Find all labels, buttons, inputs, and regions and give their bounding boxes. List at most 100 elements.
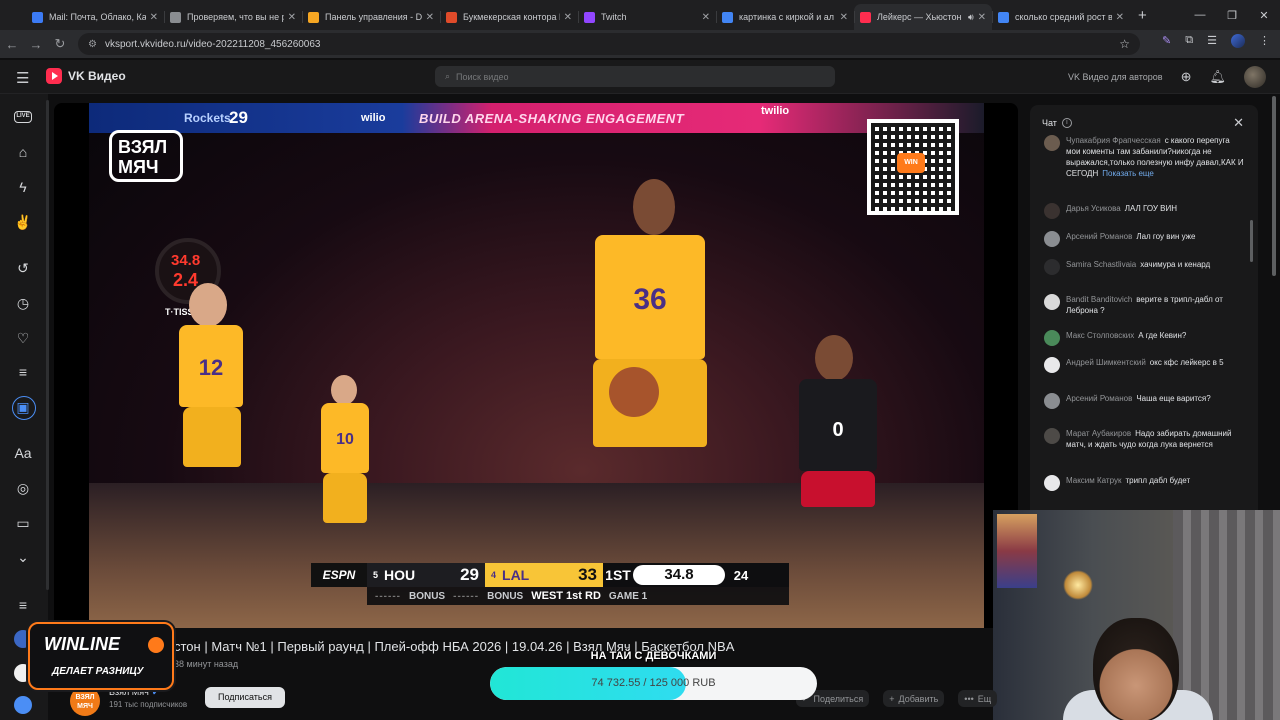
watch-later-clock-icon[interactable]: ◷ [10,292,36,314]
chat-user-avatar[interactable] [1044,428,1060,444]
tab-close-icon[interactable]: ✕ [426,12,434,23]
jersey-number: 12 [198,355,224,380]
user-avatar[interactable] [1244,66,1266,88]
url-field[interactable]: ⚙ vksport.vkvideo.ru/video-202211208_456… [78,33,1140,55]
chat-username[interactable]: Samira Schastlivaia [1066,260,1136,269]
tab-close-icon[interactable]: ✕ [978,12,986,23]
browser-tab[interactable]: Букмекерская контора В ✕ [440,4,578,30]
info-icon[interactable]: i [1061,118,1072,128]
streamer-head [1093,618,1179,720]
tab-close-icon[interactable]: ✕ [840,12,848,23]
vk-video-logo[interactable]: VK Видео [46,68,126,84]
page-scrollbar[interactable] [1272,96,1276,276]
upload-plus-icon[interactable]: ⊕ [1181,69,1192,85]
reading-list-icon[interactable]: ☰ [1207,34,1217,48]
new-tab-button[interactable]: + [1138,7,1147,24]
bookmark-star-icon[interactable]: ☆ [1119,37,1130,51]
close-window-button[interactable]: ✕ [1248,9,1280,22]
channel-avatar[interactable]: ВЗЯЛ МЯЧ [70,686,100,716]
close-icon[interactable]: ✕ [1233,115,1244,131]
back-button[interactable]: ← [0,37,24,52]
chat-user-avatar[interactable] [1044,357,1060,373]
chat-text: Лал гоу вин уже [1136,232,1196,241]
chat-user-avatar[interactable] [1044,330,1060,346]
arena-banner: Rockets 29 wilio BUILD ARENA-SHAKING ENG… [89,103,984,133]
vk-logo-icon [46,68,62,84]
chat-user-avatar[interactable] [1044,259,1060,275]
video-player[interactable]: Rockets 29 wilio BUILD ARENA-SHAKING ENG… [54,103,1018,628]
video-frame[interactable]: Rockets 29 wilio BUILD ARENA-SHAKING ENG… [89,103,984,628]
chat-user-avatar[interactable] [1044,393,1060,409]
browser-tab[interactable]: Twitch ✕ [578,4,716,30]
history-icon[interactable]: ↺ [10,257,36,279]
tab-close-icon[interactable]: ✕ [702,12,710,23]
games-icon[interactable]: ◎ [10,477,36,499]
chat-message: Арсений Романов Чаша еще варится? [1044,393,1244,409]
expand-chevron-icon[interactable]: ⌄ [10,546,36,568]
chat-user-avatar[interactable] [1044,231,1060,247]
browser-tab[interactable]: Проверяем, что вы не ро ✕ [164,4,302,30]
chat-username[interactable]: Максим Катрук [1066,476,1121,485]
search-input[interactable]: ⌕ Поиск видео [435,66,835,87]
banner-text: BUILD ARENA-SHAKING ENGAGEMENT [419,111,685,126]
browser-tab[interactable]: сколько средний рост в ✕ [992,4,1130,30]
tab-title: Проверяем, что вы не ро [187,12,284,22]
puzzle-extension-icon[interactable]: ⧉ [1185,34,1193,48]
sport-channel-icon[interactable]: ▣ [10,396,36,420]
trending-hand-icon[interactable]: ✌ [10,211,36,233]
restore-button[interactable]: ❐ [1216,9,1248,22]
chat-message-body: Дарья Усикова ЛАЛ ГОУ ВИН [1066,203,1177,219]
chat-user-avatar[interactable] [1044,203,1060,219]
browser-tab[interactable]: картинка с киркой и ал ✕ [716,4,854,30]
playlists-icon[interactable]: ≡ [10,361,36,383]
chat-username[interactable]: Арсений Романов [1066,394,1132,403]
chat-username[interactable]: Дарья Усикова [1066,204,1121,213]
authors-link[interactable]: VK Видео для авторов [1068,72,1163,82]
chat-username[interactable]: Марат Аубакиров [1066,429,1131,438]
browser-tab[interactable]: Панель управления - Do ✕ [302,4,440,30]
show-more-link[interactable]: Показать еще [1102,169,1154,178]
subscribe-button[interactable]: Подписаться [205,687,285,708]
chat-username[interactable]: Макс Столповских [1066,331,1134,340]
browser-menu-icon[interactable]: ⋮ [1259,34,1270,48]
site-info-icon[interactable]: ⚙ [88,39,97,50]
chat-user-avatar[interactable] [1044,475,1060,491]
chat-username[interactable]: Андрей Шимкентский [1066,358,1146,367]
menu-icon[interactable]: ☰ [16,69,29,87]
tab-audio-icon[interactable]: 🔊︎ [968,12,974,23]
tab-close-icon[interactable]: ✕ [288,12,296,23]
home-team-cell: 5 HOU 29 [367,563,485,587]
subscription-avatar[interactable] [14,696,32,714]
browser-tab[interactable]: Mail: Почта, Облако, Кал ✕ [26,4,164,30]
minimize-button[interactable]: — [1184,9,1216,21]
profile-avatar[interactable] [1231,34,1245,48]
chat-username[interactable]: Чупакабрия Фрапчесская [1066,136,1161,145]
chat-scrollbar[interactable] [1250,220,1253,262]
reload-button[interactable]: ↻ [48,36,72,52]
translate-icon[interactable]: Aa [10,442,36,464]
chat-user-avatar[interactable] [1044,135,1060,151]
tv-scoreboard: ESPN 5 HOU 29 4 LAL 33 1ST 34.8 24 -----… [311,563,789,611]
add-button[interactable]: + Добавить [883,690,945,707]
home-icon[interactable]: ⌂ [10,141,36,163]
tab-close-icon[interactable]: ✕ [150,12,158,23]
subscriptions-icon[interactable]: ≡ [10,594,36,616]
pen-extension-icon[interactable]: ✎ [1162,34,1171,48]
forward-button[interactable]: → [24,37,48,52]
more-button[interactable]: ••• Ещ [958,690,998,707]
tv-icon[interactable]: ▭ [10,512,36,534]
live-icon[interactable]: LIVE [14,111,32,123]
chat-username[interactable]: Bandit Banditovich [1066,295,1132,304]
tab-close-icon[interactable]: ✕ [564,12,572,23]
tab-close-icon[interactable]: ✕ [1116,12,1124,23]
winline-dot-icon [148,637,164,653]
browser-tab[interactable]: Лейкерс — Хьюстон 🔊︎ ✕ [854,4,992,30]
bell-icon[interactable]: 🔔︎ [1209,69,1226,85]
liked-heart-icon[interactable]: ♡ [10,327,36,349]
player-0-shorts [801,471,875,507]
shorts-lightning-icon[interactable]: ϟ [10,176,36,198]
quarter: 1ST [605,567,631,583]
chat-username[interactable]: Арсений Романов [1066,232,1132,241]
chat-user-avatar[interactable] [1044,294,1060,310]
sidebar-scrollbar[interactable] [46,100,49,590]
